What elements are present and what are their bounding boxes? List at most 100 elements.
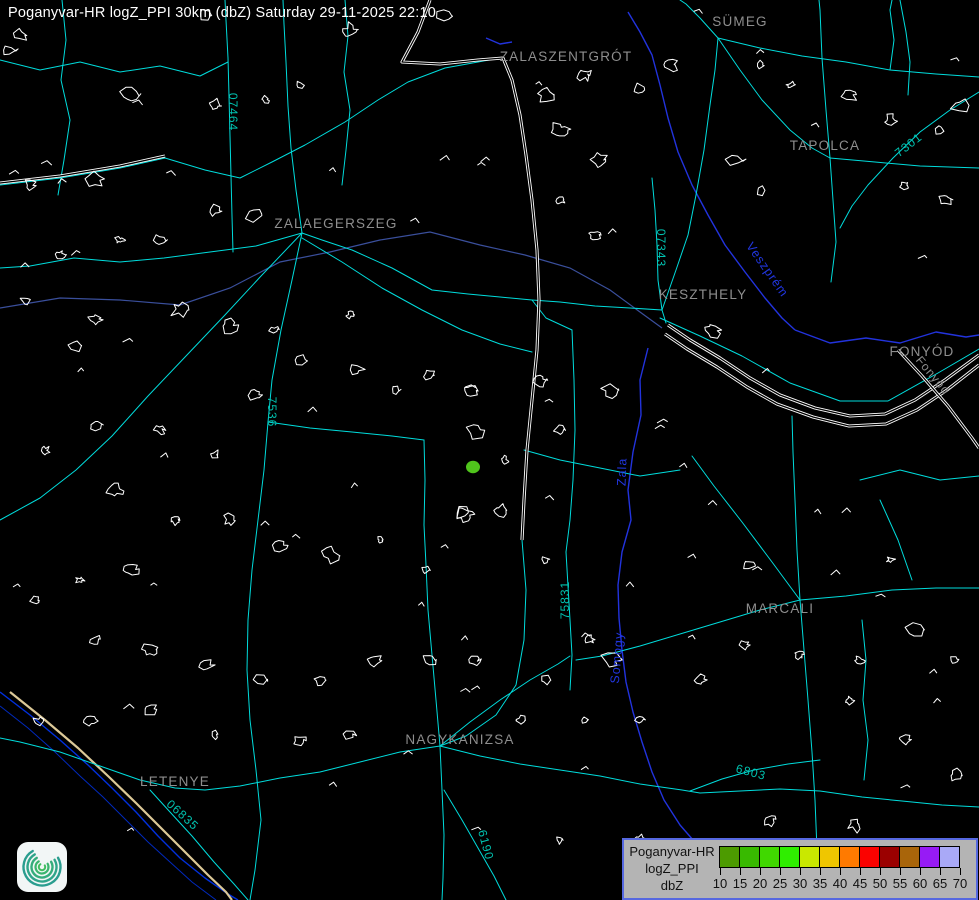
road-line (302, 238, 532, 352)
road-line (860, 470, 979, 480)
road-line (800, 588, 979, 600)
hamlet-mark (608, 229, 616, 234)
city-label: MARCALI (746, 601, 814, 616)
road-line (440, 746, 700, 793)
settlement-outline (55, 251, 66, 259)
settlement-outline (542, 675, 551, 685)
road-line (440, 540, 526, 746)
settlement-outline (935, 126, 944, 134)
settlement-outline (951, 768, 962, 781)
settlement-outline (120, 87, 141, 101)
radar-product-title: Poganyvar-HR logZ_PPI 30km (dbZ) Saturda… (8, 5, 436, 21)
settlement-outline (262, 95, 270, 103)
settlement-outline (13, 28, 26, 40)
hamlet-mark (951, 58, 960, 61)
legend-tick-mark (840, 868, 841, 875)
hamlet-mark (471, 686, 479, 690)
legend-tick-mark (940, 868, 941, 875)
road-line (424, 525, 440, 746)
hamlet-mark (582, 633, 591, 637)
settlement-outline (744, 561, 756, 568)
settlement-outline (786, 81, 795, 87)
county-border-line (795, 330, 979, 343)
road-line (700, 789, 979, 807)
county-border-line (618, 348, 790, 900)
met-spiral-logo (17, 842, 67, 892)
hamlet-mark (679, 463, 687, 467)
hamlet-mark (471, 827, 481, 830)
roads-group (0, 0, 979, 900)
road-line (524, 450, 680, 476)
settlement-outline (224, 513, 236, 525)
city-label: LETENYE (140, 774, 210, 789)
road-line (283, 0, 302, 233)
legend-title-block: Poganyvar-HR logZ_PPI dbZ (626, 843, 718, 894)
hamlet-mark (918, 255, 927, 258)
settlement-outline (582, 717, 589, 723)
settlement-outline (551, 123, 570, 136)
settlement-outline (469, 656, 482, 666)
hamlet-mark (41, 161, 52, 165)
legend-tick-mark (920, 868, 921, 875)
road-line (830, 158, 979, 168)
hamlet-mark (876, 594, 886, 597)
legend-swatch (859, 846, 880, 868)
legend-tick-mark (780, 868, 781, 875)
hamlet-mark (811, 123, 819, 127)
hamlet-mark (581, 766, 589, 769)
county-name-label: Somogy (608, 631, 626, 684)
hamlet-mark (460, 689, 470, 693)
road-line (566, 330, 575, 552)
legend-color-bar (720, 846, 960, 868)
settlement-outline (557, 837, 563, 844)
settlement-outline (210, 204, 222, 216)
settlement-outline (253, 675, 268, 685)
hamlet-mark (261, 521, 270, 525)
road-line (0, 58, 500, 185)
hamlet-mark (831, 570, 841, 575)
road-line (880, 500, 912, 580)
road-number-label: 07464 (226, 93, 240, 131)
hamlet-mark (71, 251, 80, 256)
legend-swatch (899, 846, 920, 868)
settlement-outline (367, 656, 382, 667)
hamlet-mark (78, 368, 84, 372)
settlement-outline (846, 696, 855, 705)
road-line (840, 92, 979, 228)
settlement-outline (950, 99, 969, 112)
road-line (342, 0, 350, 185)
settlement-outline (41, 446, 50, 455)
settlement-outline (739, 641, 750, 650)
settlement-outline (343, 731, 357, 739)
road-line (718, 38, 979, 77)
hamlet-mark (901, 785, 911, 788)
county-name-label: Veszprém (743, 240, 791, 300)
hamlet-mark (166, 171, 175, 176)
settlement-outline (314, 677, 326, 686)
settlement-outline (424, 370, 435, 380)
road-line (268, 422, 424, 440)
echo-group (466, 461, 480, 473)
settlement-outline (757, 186, 765, 196)
road-line (662, 310, 666, 323)
road-line (566, 552, 572, 690)
river-line (0, 232, 662, 328)
legend-tick-mark (740, 868, 741, 875)
city-label: ZALAEGERSZEG (274, 216, 397, 231)
settlement-outline (694, 674, 707, 684)
settlement-outline (494, 504, 507, 518)
legend-tick-mark (720, 868, 721, 875)
settlement-outline (634, 83, 644, 93)
road-line (862, 620, 868, 780)
road-line (58, 0, 70, 195)
road-line (0, 233, 302, 268)
legend-swatch (719, 846, 740, 868)
legend-unit: dbZ (626, 877, 718, 894)
road-line (890, 0, 894, 70)
settlement-outline (30, 596, 40, 604)
settlement-outline (84, 716, 99, 726)
city-label: ZALASZENTGRÓT (500, 49, 633, 64)
legend-tick-label: 70 (947, 876, 973, 891)
city-label: KESZTHELY (659, 287, 748, 302)
settlement-outline (123, 565, 139, 576)
